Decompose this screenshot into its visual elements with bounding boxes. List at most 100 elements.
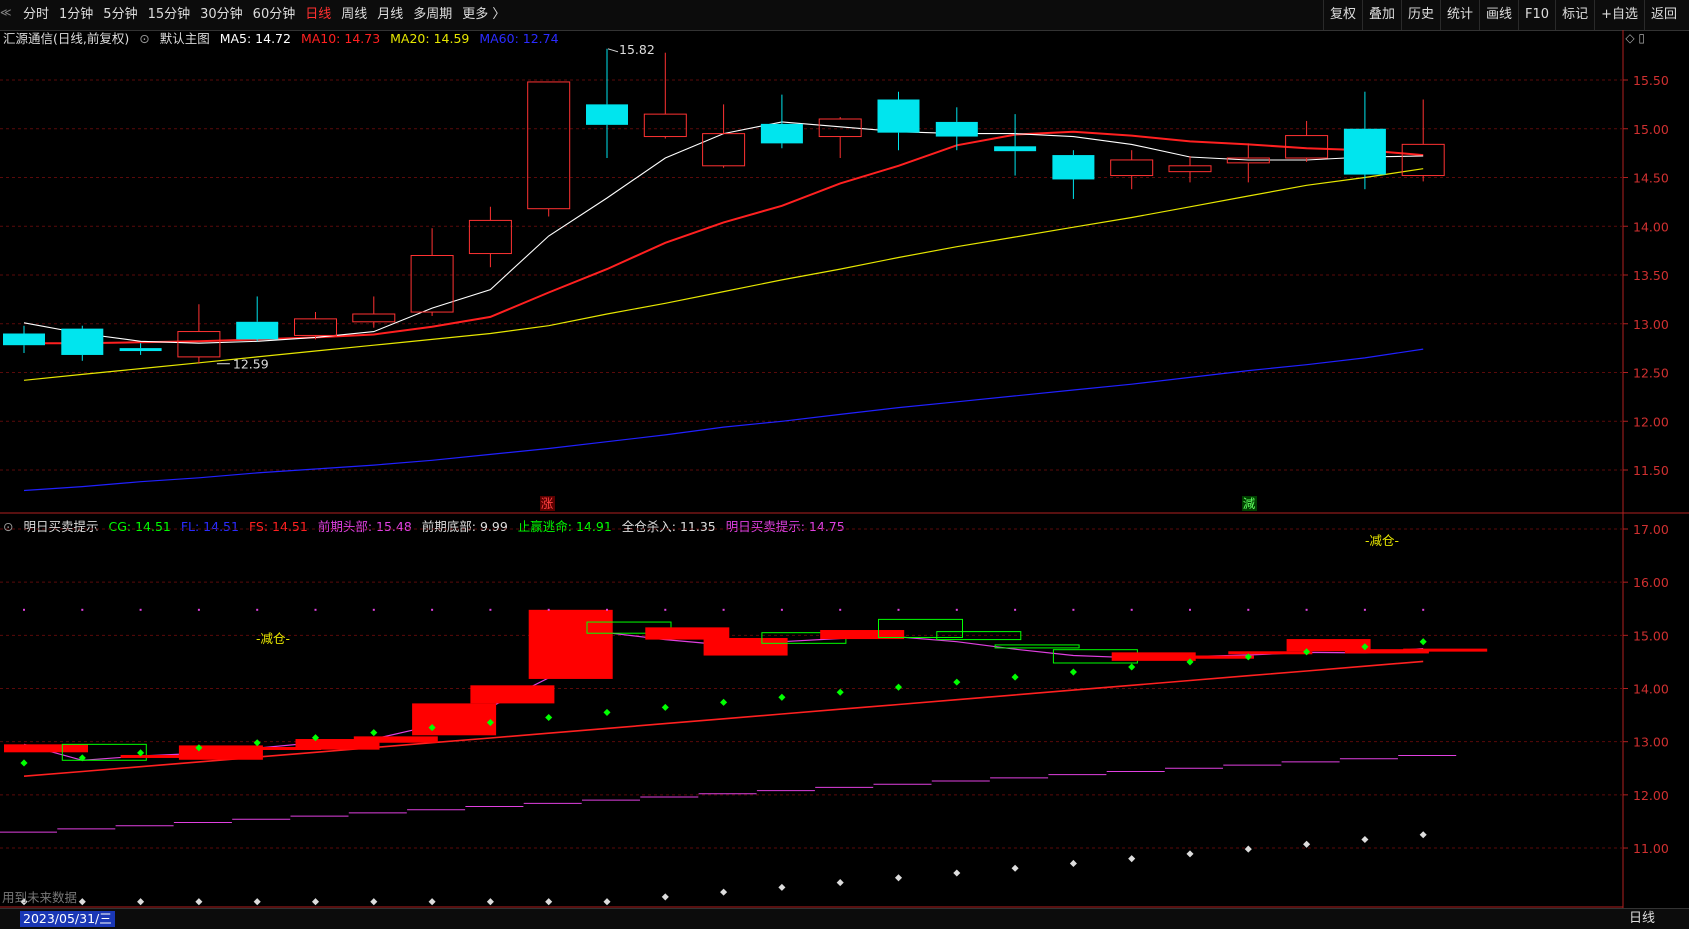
y-tick-label: 14.00 — [1633, 219, 1669, 234]
candle-body-up — [1285, 135, 1329, 159]
signal-box-red — [120, 754, 205, 758]
stats-button[interactable]: 统计 — [1440, 0, 1479, 30]
window-icon[interactable]: ▯ — [1638, 31, 1645, 45]
stop-profit-dot — [428, 724, 436, 732]
tab-period[interactable]: 60分钟 — [248, 0, 301, 30]
period-tabs: 分时 1分钟 5分钟 15分钟 30分钟 60分钟 日线 周线 月线 多周期 更… — [4, 0, 510, 30]
ma10-line — [24, 130, 1424, 345]
full-kill-dot — [311, 898, 320, 906]
prev-top-dot — [314, 608, 317, 611]
candle-body-down — [119, 348, 162, 352]
full-kill-dot — [1128, 855, 1136, 863]
prev-top-dot — [1247, 608, 1250, 611]
y-tick-label: 15.00 — [1633, 628, 1669, 643]
candle-body-up — [1401, 143, 1445, 177]
prev-top-dot — [1422, 608, 1425, 611]
low-price-label: 12.59 — [233, 357, 269, 372]
prev-top-dot — [897, 608, 900, 611]
tab-period[interactable]: 周线 — [336, 0, 372, 30]
signal-box-green — [878, 618, 963, 638]
main-panel-info: 汇源通信(日线,前复权) ⊙ 默认主图 MA5: 14.72 MA10: 14.… — [0, 30, 1600, 48]
stop-profit-dot — [1419, 638, 1427, 646]
tab-period[interactable]: 分时 — [18, 0, 54, 30]
stop-profit-dot — [720, 698, 728, 706]
prev-top-dot — [664, 608, 667, 611]
signal-box-red — [820, 630, 905, 640]
high-arrow-icon — [607, 48, 619, 53]
signal-box-red — [295, 739, 380, 750]
candle-body-down — [935, 121, 978, 137]
y-tick-label: 13.00 — [1633, 317, 1669, 332]
stop-profit-dot — [603, 708, 611, 716]
signal-box-red — [1228, 651, 1313, 655]
prev-top-dot — [1130, 608, 1133, 611]
mark-button[interactable]: 标记 — [1555, 0, 1594, 30]
tab-more[interactable]: 更多 〉 — [457, 0, 510, 30]
prev-top-dot — [139, 608, 142, 611]
candle-body-down — [1343, 128, 1386, 175]
prev-top-dot — [23, 608, 25, 611]
up-marker-label: 涨 — [541, 496, 554, 511]
collapse-circle-icon[interactable]: ⊙ — [3, 519, 13, 534]
prev-top-dot — [722, 608, 725, 611]
fuquan-button[interactable]: 复权 — [1322, 0, 1362, 30]
tab-period-active[interactable]: 日线 — [300, 0, 336, 30]
tab-period[interactable]: 多周期 — [408, 0, 457, 30]
signal-box-green — [61, 743, 147, 761]
y-tick-label: 13.00 — [1633, 735, 1669, 750]
candle-body-up — [1168, 165, 1212, 173]
y-tick-label: 12.50 — [1633, 366, 1669, 381]
y-tick-label: 16.00 — [1633, 575, 1669, 590]
candle-body-down — [994, 146, 1037, 152]
overlay-button[interactable]: 叠加 — [1361, 0, 1401, 30]
diamond-icon[interactable]: ◇ — [1625, 31, 1634, 45]
tab-period[interactable]: 15分钟 — [143, 0, 196, 30]
tab-period[interactable]: 月线 — [372, 0, 408, 30]
tab-period[interactable]: 30分钟 — [195, 0, 248, 30]
stop-profit-dot — [1186, 658, 1194, 666]
tip-line — [23, 632, 1424, 761]
candle-body-up — [410, 255, 454, 313]
prev-top-dot — [1014, 608, 1017, 611]
prev-top-dot — [431, 608, 434, 611]
stop-profit-dot — [836, 688, 844, 696]
tab-period[interactable]: 5分钟 — [98, 0, 142, 30]
template-label[interactable]: 默认主图 — [160, 31, 210, 46]
candle-body-down — [236, 321, 279, 340]
candle-body-up — [702, 133, 746, 167]
period-indicator[interactable]: 日线 — [1629, 911, 1655, 927]
prev-top-dot — [1363, 608, 1366, 611]
draw-line-button[interactable]: 画线 — [1479, 0, 1518, 30]
full-kill-dot — [1186, 850, 1194, 858]
full-kill-dot — [195, 898, 203, 906]
signal-box-red — [528, 609, 613, 679]
full-kill-value: 全仓杀入: 11.35 — [621, 519, 716, 534]
dropdown-icon[interactable]: ⊙ — [139, 31, 149, 46]
stop-profit-dot — [661, 703, 669, 711]
kline-chart[interactable]: 15.50 15.00 14.50 14.00 13.50 13.00 12.50 12.00… — [0, 0, 1689, 928]
f10-button[interactable]: F10 — [1518, 0, 1555, 30]
ma20-value: MA20: 14.59 — [390, 31, 470, 46]
full-kill-dot — [428, 898, 436, 906]
ma5-value: MA5: 14.72 — [219, 31, 291, 46]
full-kill-dot — [894, 874, 903, 882]
signal-box-red — [470, 685, 555, 704]
y-tick-label: 11.00 — [1633, 841, 1669, 856]
indicator-title[interactable]: 明日买卖提示 — [23, 519, 98, 534]
back-button[interactable]: 返回 — [1643, 0, 1683, 30]
ma10-value: MA10: 14.73 — [300, 31, 381, 46]
signal-box-red — [237, 746, 322, 750]
y-tick-label: 15.00 — [1633, 122, 1669, 137]
prev-bottom-value: 前期底部: 9.99 — [421, 519, 508, 534]
candle-body-down — [61, 328, 104, 355]
add-favorite-button[interactable]: +自选 — [1594, 0, 1644, 30]
signal-box-red — [412, 703, 497, 736]
down-marker-label: 減 — [1243, 496, 1256, 511]
history-button[interactable]: 历史 — [1400, 0, 1440, 30]
tab-period[interactable]: 1分钟 — [54, 0, 98, 30]
full-kill-dot — [370, 898, 378, 906]
signal-box-green — [586, 621, 672, 634]
full-kill-dot — [661, 893, 669, 901]
y-tick-label: 14.00 — [1633, 682, 1669, 697]
y-tick-label: 11.50 — [1633, 463, 1669, 478]
